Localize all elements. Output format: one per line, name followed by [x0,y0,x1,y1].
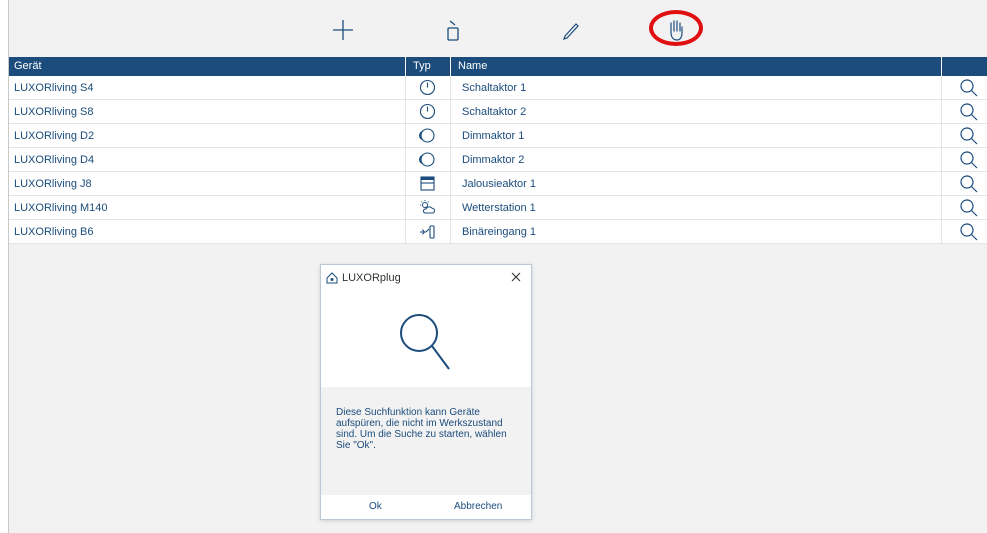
name-cell: Jalousieaktor 1 [462,178,536,190]
device-cell: LUXORliving M140 [14,202,108,214]
row-search-button[interactable] [959,150,979,170]
column-divider [450,196,451,220]
column-divider [941,124,942,148]
dimmer-icon [418,128,435,143]
device-cell: LUXORliving B6 [14,226,94,238]
type-cell [412,223,442,240]
table-row[interactable]: LUXORliving B6 Binäreingang 1 [9,220,987,244]
row-search-button[interactable] [959,102,979,122]
search-icon [960,151,978,169]
row-search-button[interactable] [959,174,979,194]
cancel-button[interactable]: Abbrechen [454,501,502,512]
device-cell: LUXORliving J8 [14,178,92,190]
name-cell: Schaltaktor 1 [462,82,527,94]
app-logo-icon [326,272,338,284]
search-dialog: LUXORplug Diese Suchfunktion kann Geräte… [320,264,532,520]
column-divider [405,172,406,196]
device-cell: LUXORliving S4 [14,82,94,94]
column-divider [450,220,451,244]
ok-button[interactable]: Ok [369,501,382,512]
column-divider [450,76,451,100]
header-divider [405,57,406,76]
add-button[interactable] [327,14,359,46]
type-cell [412,175,442,192]
header-name: Name [458,60,488,72]
type-cell [412,103,442,120]
device-button[interactable] [437,14,469,46]
table-row[interactable]: LUXORliving S8 Schaltaktor 2 [9,100,987,124]
column-divider [450,148,451,172]
search-icon [960,199,978,217]
type-cell [412,151,442,168]
device-icon [447,20,459,41]
search-icon [960,127,978,145]
table-row[interactable]: LUXORliving D2 Dimmaktor 1 [9,124,987,148]
dialog-body: Diese Suchfunktion kann Geräte aufspüren… [321,387,531,495]
header-divider [450,57,451,76]
search-icon [960,223,978,241]
app-window: Gerät Typ Name LUXORliving S4 Schaltakto… [8,0,987,533]
table-row[interactable]: LUXORliving S4 Schaltaktor 1 [9,76,987,100]
toolbar [9,0,987,57]
search-icon [960,103,978,121]
row-search-button[interactable] [959,222,979,242]
column-divider [450,124,451,148]
column-divider [450,172,451,196]
column-divider [941,76,942,100]
timer-switch-icon [419,79,435,96]
header-divider [941,57,942,76]
type-cell [412,127,442,144]
search-icon [960,79,978,97]
column-divider [941,172,942,196]
device-cell: LUXORliving D4 [14,154,95,166]
column-divider [450,100,451,124]
column-divider [941,196,942,220]
binary-input-icon [419,225,435,239]
search-icon [400,314,450,370]
name-cell: Wetterstation 1 [462,202,536,214]
column-divider [405,196,406,220]
close-icon [511,272,521,282]
edit-icon [563,23,579,40]
name-cell: Dimmaktor 1 [462,130,525,142]
header-type: Typ [413,60,431,72]
type-cell [412,199,442,216]
table-row[interactable]: LUXORliving D4 Dimmaktor 2 [9,148,987,172]
add-icon [333,20,353,40]
column-divider [405,148,406,172]
device-cell: LUXORliving S8 [14,106,94,118]
close-button[interactable] [509,270,523,284]
timer-switch-icon [419,103,435,120]
name-cell: Dimmaktor 2 [462,154,525,166]
table-header: Gerät Typ Name [9,57,987,76]
column-divider [405,100,406,124]
column-divider [405,220,406,244]
column-divider [405,124,406,148]
weather-station-icon [419,200,435,214]
column-divider [941,220,942,244]
name-cell: Schaltaktor 2 [462,106,527,118]
column-divider [941,148,942,172]
row-search-button[interactable] [959,78,979,98]
device-table: LUXORliving S4 Schaltaktor 1 LUXORliving… [9,76,987,244]
dialog-title-bar: LUXORplug [326,272,401,284]
blind-icon [419,176,435,191]
row-search-button[interactable] [959,198,979,218]
name-cell: Binäreingang 1 [462,226,537,238]
edit-button[interactable] [555,14,587,46]
row-search-button[interactable] [959,126,979,146]
dimmer-icon [418,152,435,167]
column-divider [405,76,406,100]
highlight-ring [649,10,703,46]
table-row[interactable]: LUXORliving M140 Wetterstation 1 [9,196,987,220]
type-cell [412,79,442,96]
header-device: Gerät [14,60,42,72]
column-divider [941,100,942,124]
dialog-title: LUXORplug [342,272,401,284]
table-row[interactable]: LUXORliving J8 Jalousieaktor 1 [9,172,987,196]
dialog-message: Diese Suchfunktion kann Geräte aufspüren… [336,407,507,451]
device-cell: LUXORliving D2 [14,130,95,142]
search-icon [960,175,978,193]
